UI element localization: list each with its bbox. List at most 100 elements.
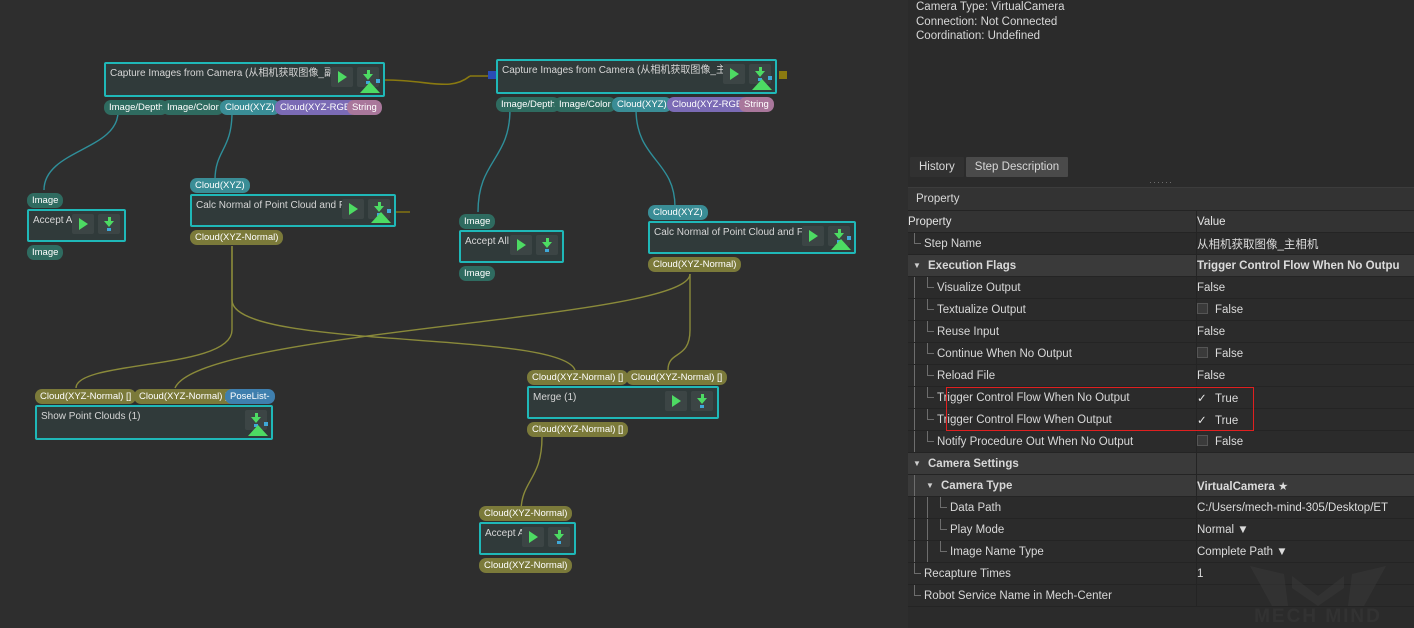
- control-flow-in-connector[interactable]: [488, 71, 496, 79]
- property-value-cell[interactable]: False: [1197, 321, 1414, 343]
- output-port-capture_main-1[interactable]: Image/Color: [554, 97, 616, 112]
- node-body-capture_main[interactable]: Capture Images from Camera (从相机获取图像_主相机): [496, 59, 777, 94]
- property-value-cell[interactable]: 1: [1197, 563, 1414, 585]
- property-value-cell[interactable]: Trigger Control Flow When No Outpu: [1197, 255, 1414, 277]
- checkbox-unchecked[interactable]: [1197, 347, 1208, 358]
- run-icon[interactable]: [510, 235, 532, 255]
- output-port-capture_main-3[interactable]: Cloud(XYZ-RGB): [667, 97, 750, 112]
- download-icon[interactable]: [548, 527, 570, 547]
- property-value-cell[interactable]: False: [1197, 277, 1414, 299]
- property-row[interactable]: Reload FileFalse: [908, 365, 1414, 387]
- property-row[interactable]: Trigger Control Flow When Output✓True: [908, 409, 1414, 431]
- property-value-cell[interactable]: Normal ▼: [1197, 519, 1414, 541]
- property-value-cell[interactable]: False: [1197, 299, 1414, 321]
- node-capture_sub[interactable]: Capture Images from Camera (从相机获取图像_副相机)…: [104, 62, 385, 97]
- property-value-cell[interactable]: False: [1197, 431, 1414, 453]
- run-icon[interactable]: [522, 527, 544, 547]
- panel-tabs[interactable]: History Step Description: [910, 155, 1414, 177]
- input-port-merge_1-0[interactable]: Cloud(XYZ-Normal) []: [527, 370, 628, 385]
- output-port-capture_sub-1[interactable]: Image/Color: [162, 100, 224, 115]
- property-row[interactable]: Visualize OutputFalse: [908, 277, 1414, 299]
- download-icon[interactable]: [691, 391, 713, 411]
- output-port-capture_main-0[interactable]: Image/Depth: [496, 97, 560, 112]
- property-row[interactable]: Play ModeNormal ▼: [908, 519, 1414, 541]
- input-port-merge_1-1[interactable]: Cloud(XYZ-Normal) []: [626, 370, 727, 385]
- node-accept_all_2[interactable]: ImageAccept All (2)Image: [27, 209, 126, 242]
- property-row[interactable]: Data PathC:/Users/mech-mind-305/Desktop/…: [908, 497, 1414, 519]
- visualize-output-icon[interactable]: [248, 422, 268, 436]
- chevron-down-icon[interactable]: ▼: [908, 459, 926, 468]
- property-value-cell[interactable]: ✓True: [1197, 387, 1414, 409]
- run-icon[interactable]: [723, 64, 745, 84]
- control-flow-out-connector[interactable]: [779, 71, 787, 79]
- output-port-accept_all_3-0[interactable]: Image: [459, 266, 495, 281]
- property-row[interactable]: Reuse InputFalse: [908, 321, 1414, 343]
- property-row[interactable]: Step Name从相机获取图像_主相机: [908, 233, 1414, 255]
- node-body-calc_normal_2[interactable]: Calc Normal of Point Cloud and Filter It…: [648, 221, 856, 254]
- node-body-accept_all_2[interactable]: Accept All (2): [27, 209, 126, 242]
- node-body-show_point_clouds_1[interactable]: Show Point Clouds (1): [35, 405, 273, 440]
- input-port-show_point_clouds_1-0[interactable]: Cloud(XYZ-Normal) []: [35, 389, 136, 404]
- property-value-cell[interactable]: False: [1197, 365, 1414, 387]
- property-value-cell[interactable]: False: [1197, 343, 1414, 365]
- input-port-accept_all_1-0[interactable]: Cloud(XYZ-Normal): [479, 506, 572, 521]
- input-port-calc_normal_1-0[interactable]: Cloud(XYZ): [190, 178, 250, 193]
- node-body-calc_normal_1[interactable]: Calc Normal of Point Cloud and Filter It…: [190, 194, 396, 227]
- property-value-cell[interactable]: Complete Path ▼: [1197, 541, 1414, 563]
- output-port-capture_sub-4[interactable]: String: [347, 100, 382, 115]
- property-value-cell[interactable]: C:/Users/mech-mind-305/Desktop/ET: [1197, 497, 1414, 519]
- node-calc_normal_2[interactable]: Cloud(XYZ)Calc Normal of Point Cloud and…: [648, 221, 856, 254]
- node-graph-canvas[interactable]: Capture Images from Camera (从相机获取图像_副相机)…: [0, 0, 908, 628]
- output-port-capture_sub-2[interactable]: Cloud(XYZ): [220, 100, 280, 115]
- visualize-output-icon[interactable]: [371, 209, 391, 223]
- chevron-down-icon[interactable]: ▼: [908, 261, 926, 270]
- output-port-capture_main-4[interactable]: String: [739, 97, 774, 112]
- checkbox-checked-icon[interactable]: ✓: [1197, 413, 1209, 427]
- property-row[interactable]: ▼Execution FlagsTrigger Control Flow Whe…: [908, 255, 1414, 277]
- property-value-cell[interactable]: [1197, 453, 1414, 475]
- visualize-output-icon[interactable]: [752, 76, 772, 90]
- output-port-accept_all_1-0[interactable]: Cloud(XYZ-Normal): [479, 558, 572, 573]
- property-table[interactable]: PropertyValueStep Name从相机获取图像_主相机▼Execut…: [908, 211, 1414, 607]
- checkbox-unchecked[interactable]: [1197, 435, 1208, 446]
- property-row[interactable]: Trigger Control Flow When No Output✓True: [908, 387, 1414, 409]
- input-port-calc_normal_2-0[interactable]: Cloud(XYZ): [648, 205, 708, 220]
- output-port-capture_sub-3[interactable]: Cloud(XYZ-RGB): [275, 100, 358, 115]
- tab-history[interactable]: History: [910, 157, 964, 177]
- node-body-capture_sub[interactable]: Capture Images from Camera (从相机获取图像_副相机): [104, 62, 385, 97]
- download-icon[interactable]: [536, 235, 558, 255]
- node-body-accept_all_3[interactable]: Accept All (3): [459, 230, 564, 263]
- panel-resize-grip[interactable]: ······: [908, 177, 1414, 187]
- run-icon[interactable]: [802, 226, 824, 246]
- property-row[interactable]: ▼Camera TypeVirtualCamera ★: [908, 475, 1414, 497]
- property-row[interactable]: Notify Procedure Out When No OutputFalse: [908, 431, 1414, 453]
- run-icon[interactable]: [72, 214, 94, 234]
- checkbox-checked-icon[interactable]: ✓: [1197, 391, 1209, 405]
- property-row[interactable]: ▼Camera Settings: [908, 453, 1414, 475]
- node-accept_all_3[interactable]: ImageAccept All (3)Image: [459, 230, 564, 263]
- download-icon[interactable]: [98, 214, 120, 234]
- property-value-cell[interactable]: [1197, 585, 1414, 607]
- output-port-calc_normal_1-0[interactable]: Cloud(XYZ-Normal): [190, 230, 283, 245]
- input-port-accept_all_2-0[interactable]: Image: [27, 193, 63, 208]
- property-value-cell[interactable]: VirtualCamera ★: [1197, 475, 1414, 497]
- property-row[interactable]: Image Name TypeComplete Path ▼: [908, 541, 1414, 563]
- input-port-show_point_clouds_1-2[interactable]: PoseList-: [225, 389, 275, 404]
- visualize-output-icon[interactable]: [360, 79, 380, 93]
- property-value-cell[interactable]: ✓True: [1197, 409, 1414, 431]
- property-row[interactable]: Robot Service Name in Mech-Center: [908, 585, 1414, 607]
- node-body-merge_1[interactable]: Merge (1): [527, 386, 719, 419]
- output-port-accept_all_2-0[interactable]: Image: [27, 245, 63, 260]
- property-row[interactable]: Continue When No OutputFalse: [908, 343, 1414, 365]
- property-row[interactable]: Recapture Times1: [908, 563, 1414, 585]
- output-port-calc_normal_2-0[interactable]: Cloud(XYZ-Normal): [648, 257, 741, 272]
- output-port-capture_sub-0[interactable]: Image/Depth: [104, 100, 168, 115]
- node-calc_normal_1[interactable]: Cloud(XYZ)Calc Normal of Point Cloud and…: [190, 194, 396, 227]
- input-port-accept_all_3-0[interactable]: Image: [459, 214, 495, 229]
- property-row[interactable]: Textualize OutputFalse: [908, 299, 1414, 321]
- run-icon[interactable]: [342, 199, 364, 219]
- output-port-merge_1-0[interactable]: Cloud(XYZ-Normal) []: [527, 422, 628, 437]
- output-port-capture_main-2[interactable]: Cloud(XYZ): [612, 97, 672, 112]
- node-accept_all_1[interactable]: Cloud(XYZ-Normal)Accept All (1)Cloud(XYZ…: [479, 522, 576, 555]
- visualize-output-icon[interactable]: [831, 236, 851, 250]
